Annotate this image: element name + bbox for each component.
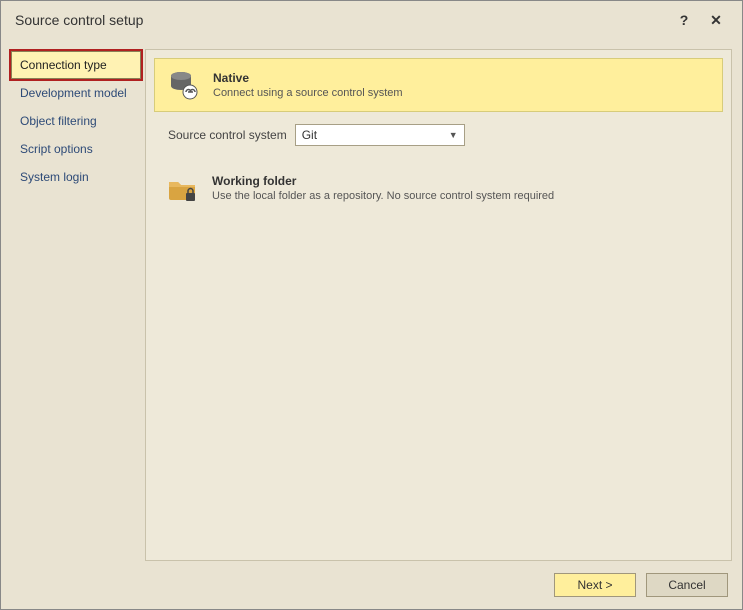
help-button[interactable]: ? — [672, 8, 696, 32]
database-link-icon — [167, 69, 199, 101]
sidebar-item-development-model[interactable]: Development model — [11, 79, 141, 107]
sidebar-item-connection-type[interactable]: Connection type — [11, 51, 141, 79]
option-native-title: Native — [213, 71, 403, 85]
sidebar-item-label: System login — [20, 170, 89, 184]
folder-lock-icon — [166, 172, 198, 204]
option-working-folder-desc: Use the local folder as a repository. No… — [212, 190, 554, 202]
sidebar: Connection type Development model Object… — [11, 49, 141, 561]
sidebar-item-label: Connection type — [20, 58, 107, 72]
option-native-desc: Connect using a source control system — [213, 87, 403, 99]
sidebar-item-object-filtering[interactable]: Object filtering — [11, 107, 141, 135]
dialog-window: Source control setup ? ✕ Connection type… — [0, 0, 743, 610]
chevron-down-icon: ▼ — [449, 130, 458, 140]
titlebar: Source control setup ? ✕ — [1, 1, 742, 39]
option-working-folder-title: Working folder — [212, 174, 554, 188]
option-native[interactable]: Native Connect using a source control sy… — [154, 58, 723, 112]
cancel-button[interactable]: Cancel — [646, 573, 728, 597]
next-button[interactable]: Next > — [554, 573, 636, 597]
sidebar-item-label: Script options — [20, 142, 93, 156]
option-native-text: Native Connect using a source control sy… — [213, 71, 403, 99]
sidebar-item-label: Development model — [20, 86, 127, 100]
option-working-folder-text: Working folder Use the local folder as a… — [212, 174, 554, 202]
footer: Next > Cancel — [1, 561, 742, 609]
close-button[interactable]: ✕ — [704, 8, 728, 32]
next-button-label: Next > — [577, 578, 612, 592]
sidebar-item-system-login[interactable]: System login — [11, 163, 141, 191]
option-working-folder[interactable]: Working folder Use the local folder as a… — [154, 162, 723, 214]
sidebar-item-label: Object filtering — [20, 114, 97, 128]
scs-value: Git — [302, 128, 317, 142]
scs-label: Source control system — [168, 128, 287, 142]
sidebar-item-script-options[interactable]: Script options — [11, 135, 141, 163]
cancel-button-label: Cancel — [668, 578, 705, 592]
scs-dropdown[interactable]: Git ▼ — [295, 124, 465, 146]
dialog-body: Connection type Development model Object… — [1, 39, 742, 561]
source-control-system-row: Source control system Git ▼ — [154, 112, 723, 162]
content-panel: Native Connect using a source control sy… — [145, 49, 732, 561]
window-title: Source control setup — [15, 12, 664, 28]
